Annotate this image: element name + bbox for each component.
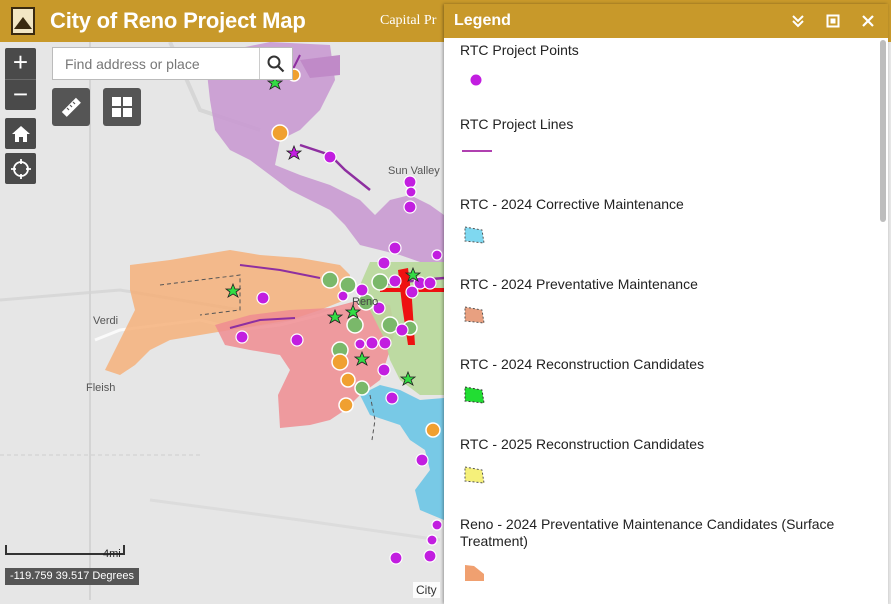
zoom-in-button[interactable]: + [5, 48, 36, 79]
search-input[interactable] [53, 48, 259, 79]
legend-title: Legend [454, 12, 511, 29]
magenta-point-symbol [469, 73, 482, 87]
maximize-icon [826, 14, 840, 28]
double-chevron-down-icon [792, 15, 804, 28]
basemap-gallery-button[interactable] [103, 88, 141, 126]
orange-polygon-symbol [465, 565, 484, 581]
legend-item: RTC - 2024 Corrective Maintenance [460, 196, 870, 244]
legend-item-label: RTC Project Lines [460, 116, 574, 132]
collapse-button[interactable] [788, 11, 808, 31]
legend-item-label: RTC - 2025 Reconstruction Candidates [460, 436, 705, 452]
city-logo [11, 7, 35, 35]
close-icon [862, 15, 874, 27]
legend-item: RTC - 2025 Reconstruction Candidates [460, 436, 870, 484]
blue-polygon-symbol [464, 226, 485, 244]
legend-item: Reno - 2024 Preventative Maintenance Can… [460, 516, 870, 581]
header-link[interactable]: Capital Pr [380, 13, 450, 29]
maximize-button[interactable] [823, 11, 843, 31]
home-icon [11, 125, 30, 142]
legend-body[interactable]: RTC Project Points RTC Project Lines RTC… [444, 38, 888, 604]
zoom-control: + − [5, 48, 36, 110]
zoom-out-button[interactable]: − [5, 79, 36, 110]
search-box [52, 47, 293, 80]
measure-tool-button[interactable] [52, 88, 90, 126]
legend-scrollbar[interactable] [880, 40, 886, 222]
place-label-verdi: Verdi [93, 315, 119, 327]
app-title: City of Reno Project Map [50, 8, 306, 33]
green-polygon-symbol [464, 386, 485, 404]
legend-item-label: RTC Project Points [460, 42, 579, 58]
locate-button[interactable] [5, 153, 36, 184]
yellow-polygon-symbol [464, 466, 485, 484]
map-attribution[interactable]: City [413, 582, 440, 598]
search-button[interactable] [259, 48, 292, 79]
purple-line-symbol [462, 150, 492, 152]
legend-item-label: Reno - 2024 Preventative Maintenance Can… [460, 516, 835, 549]
legend-item-label: RTC - 2024 Reconstruction Candidates [460, 356, 705, 372]
legend-item: RTC - 2024 Preventative Maintenance [460, 276, 870, 324]
place-label-fleish: Fleish [86, 382, 116, 394]
search-icon [267, 55, 285, 72]
grid-icon [112, 97, 132, 117]
legend-item: RTC Project Points [460, 42, 870, 87]
scale-label: 4mi [103, 548, 121, 560]
legend-header: Legend [444, 4, 888, 38]
crosshair-icon [10, 158, 31, 179]
legend-item-label: RTC - 2024 Preventative Maintenance [460, 276, 698, 292]
ruler-icon [61, 97, 81, 117]
zone-south-blue [360, 385, 444, 520]
legend-item: RTC - 2024 Reconstruction Candidates [460, 356, 870, 404]
coordinate-readout: -119.759 39.517 Degrees [5, 568, 139, 585]
home-button[interactable] [5, 118, 36, 149]
salmon-polygon-symbol [464, 306, 485, 324]
legend-panel: Legend RTC Project Points RTC Project Li… [444, 4, 888, 604]
app-root: Sun Valley Verdi Fleish Reno City of Ren… [0, 0, 891, 604]
place-label-sun-valley: Sun Valley [388, 165, 440, 177]
legend-item: RTC Project Lines [460, 116, 870, 152]
legend-item-label: RTC - 2024 Corrective Maintenance [460, 196, 684, 212]
place-label-reno: Reno [352, 296, 379, 308]
close-button[interactable] [858, 11, 878, 31]
